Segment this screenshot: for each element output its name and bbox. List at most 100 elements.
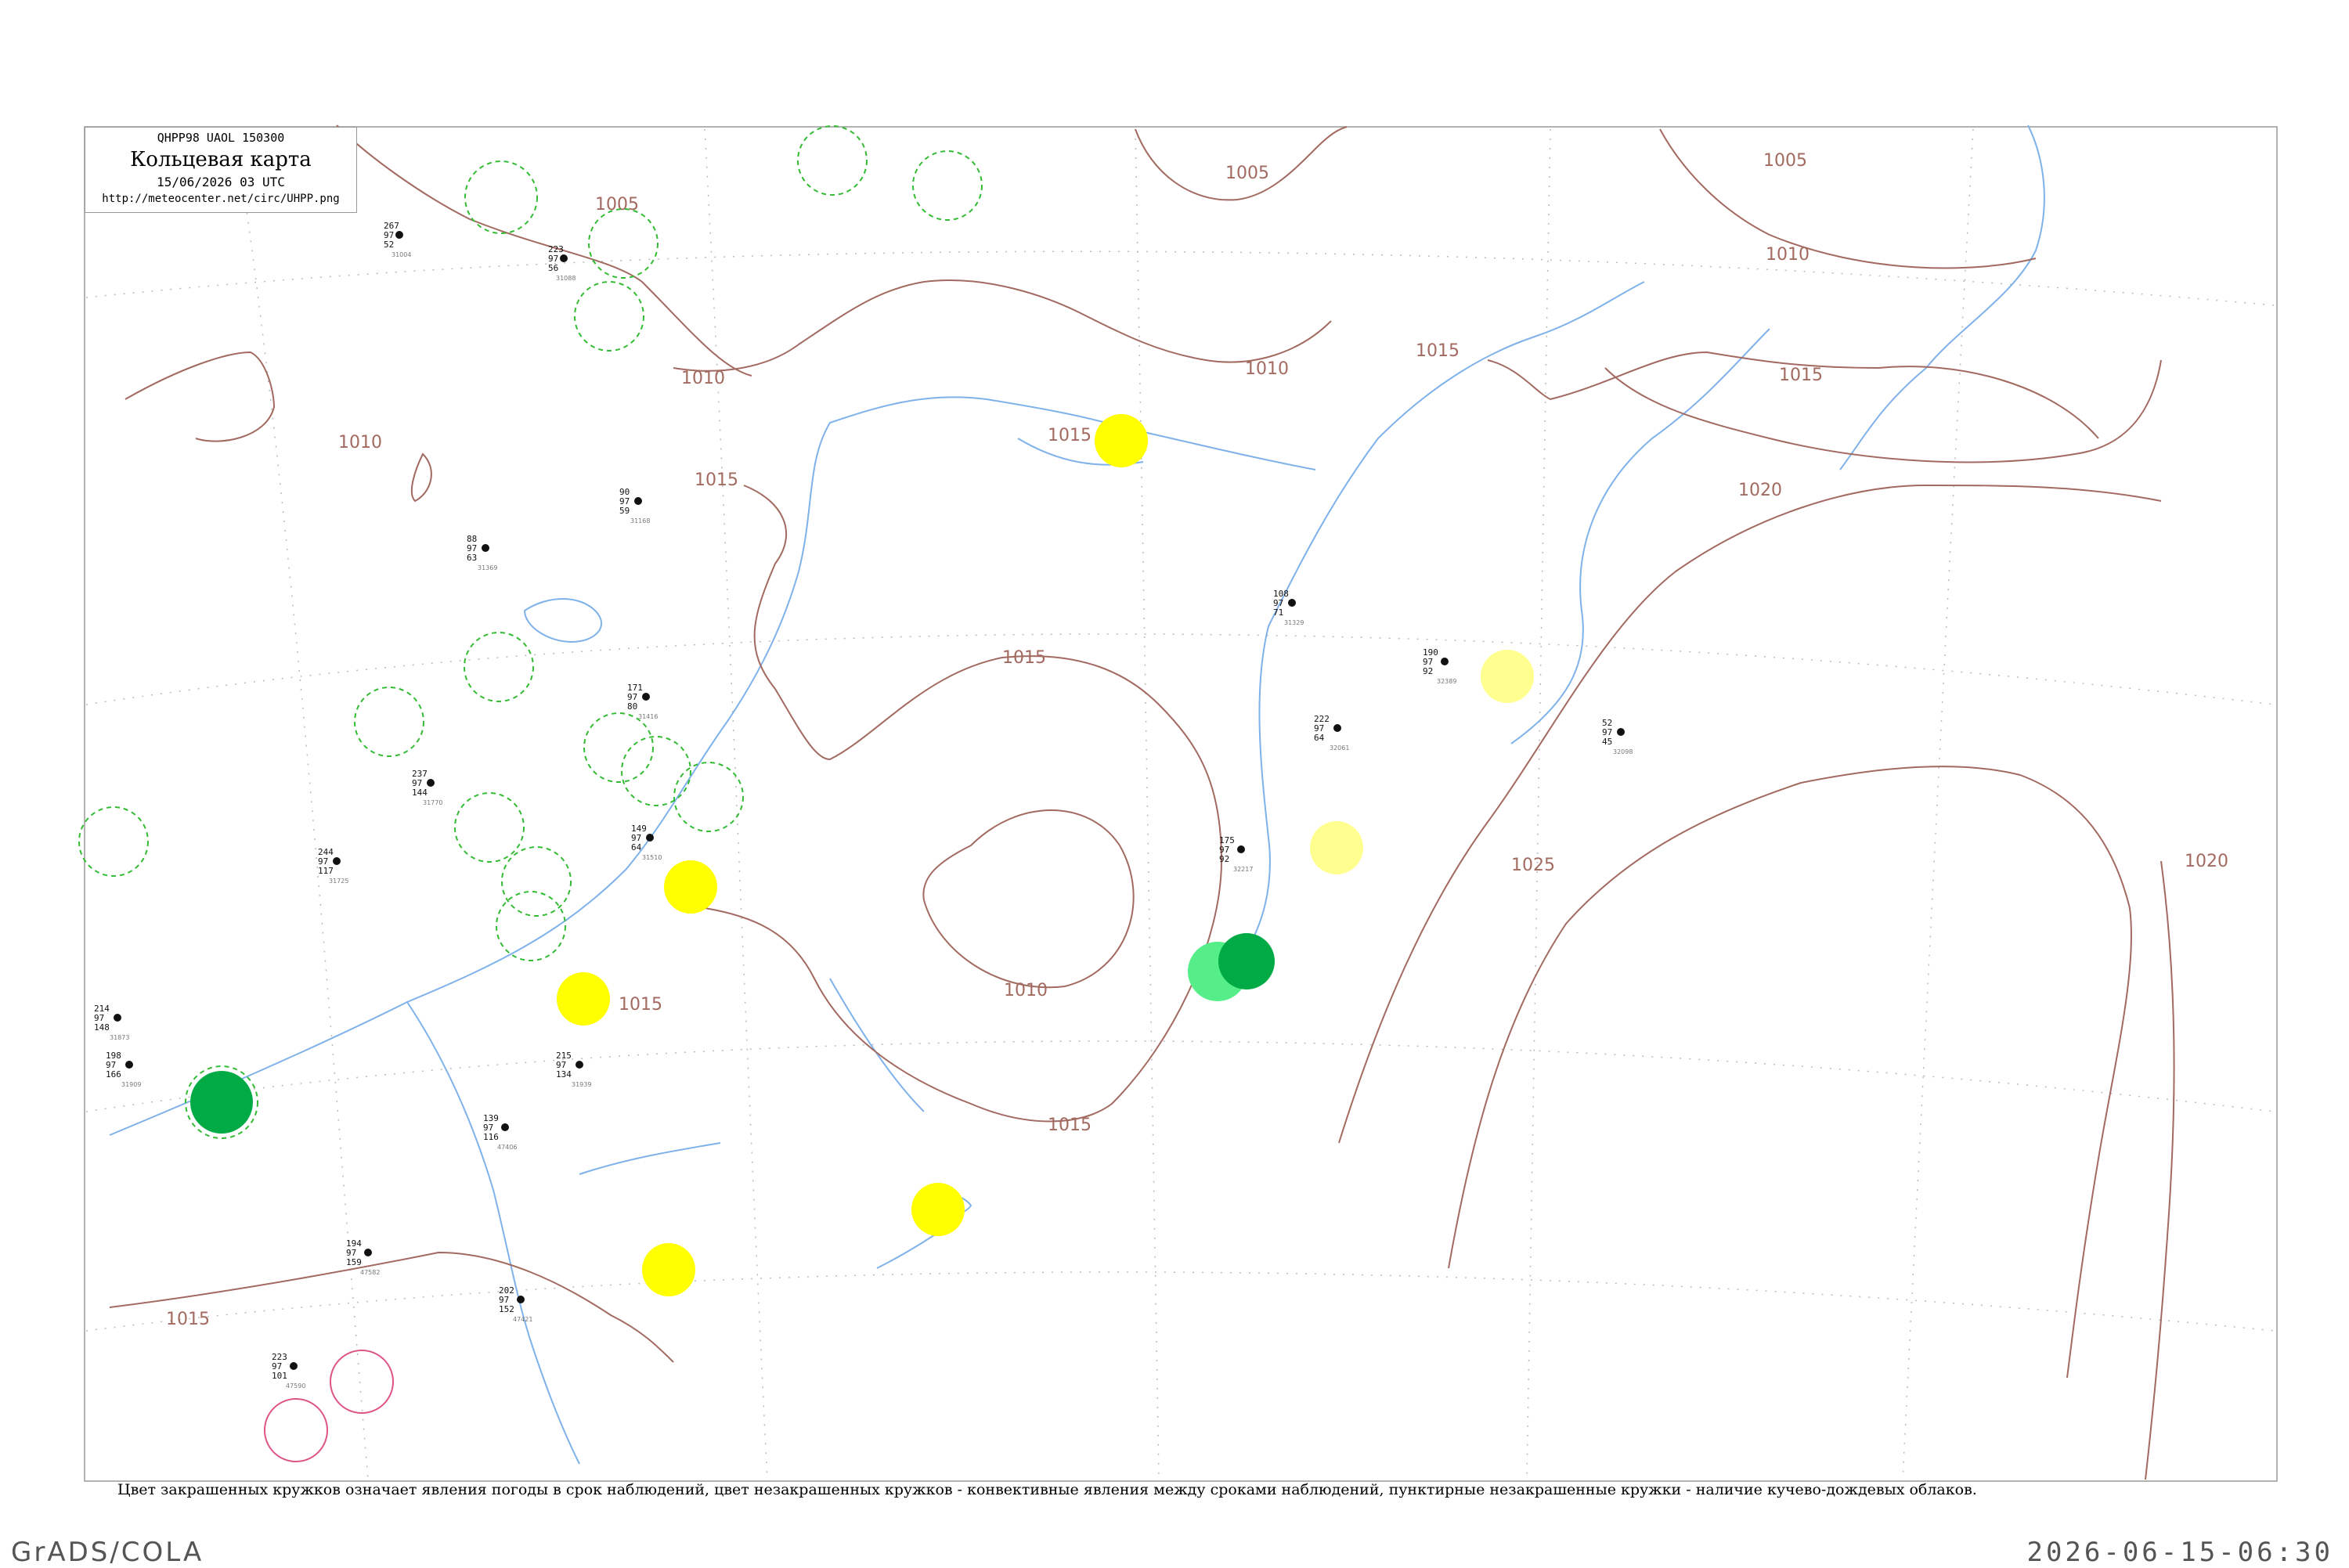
weather-marker-dashed	[496, 891, 566, 961]
station-name: 31369	[478, 564, 497, 571]
station-name: 31909	[121, 1081, 141, 1088]
station-pressure: 159	[346, 1257, 362, 1267]
weather-marker-dark-green	[190, 1071, 253, 1134]
isobar-1010-a	[673, 279, 1332, 372]
station-name: 47582	[360, 1269, 380, 1276]
station-plot: 88976331369	[467, 534, 497, 571]
station-name: 32389	[1437, 678, 1456, 685]
station-plot: 1399711647406	[483, 1113, 517, 1151]
station-pressure: 92	[1219, 854, 1229, 864]
station-name: 31510	[642, 854, 662, 861]
station-name: 31004	[392, 251, 411, 258]
station-plot: 2239710147590	[272, 1352, 305, 1390]
station-plot: 190979232389	[1423, 647, 1456, 685]
station-plot: 222976432061	[1314, 714, 1349, 752]
river-east	[1221, 281, 1645, 979]
isobar-1010-b	[124, 351, 276, 442]
station-pressure: 64	[1314, 733, 1325, 743]
isobar-label: 1005	[1763, 151, 1807, 171]
weather-marker-dashed	[574, 281, 644, 351]
weather-marker-dashed	[912, 150, 983, 221]
station-plot: 175979232217	[1219, 835, 1253, 873]
map-url: http://meteocenter.net/circ/UHPP.png	[102, 193, 340, 205]
isobar-label: 1015	[1002, 648, 1046, 668]
station-plot: 52974532098	[1602, 718, 1633, 755]
station-pressure: 45	[1602, 737, 1612, 747]
map-legend: QHPP98 UAOL 150300 Кольцевая карта 15/06…	[85, 127, 357, 213]
lake-north	[523, 598, 603, 643]
isobar-1010-closed	[922, 809, 1135, 989]
river-sw	[579, 1142, 721, 1175]
weather-marker-dashed	[501, 846, 572, 917]
weather-marker-dashed	[78, 806, 149, 877]
weather-marker-dashed	[797, 125, 868, 196]
station-name: 31873	[110, 1034, 129, 1041]
station-pressure: 80	[627, 701, 637, 712]
station-pressure: 56	[548, 263, 558, 273]
isobar-label: 1015	[619, 995, 662, 1015]
isobar-label: 1005	[1225, 164, 1269, 183]
map-datetime: 15/06/2026 03 UTC	[157, 175, 285, 189]
river-west	[406, 1001, 580, 1465]
station-name: 32061	[1330, 744, 1349, 752]
station-pressure: 116	[483, 1132, 499, 1142]
station-name: 32217	[1233, 866, 1253, 873]
station-plot: 223975631088	[548, 244, 576, 282]
station-pressure: 134	[556, 1069, 572, 1080]
isobar-label: 1025	[1511, 856, 1555, 875]
rivers-coastlines	[109, 124, 2045, 1465]
footer-software: GrADS/COLA	[11, 1537, 204, 1568]
isobar-label: 1010	[1245, 359, 1289, 379]
station-name: 31939	[572, 1081, 591, 1088]
synoptic-map: 1005 1005 1005 1010 1010 1010 1010 1010 …	[78, 124, 2278, 1482]
station-name: 31168	[630, 517, 650, 524]
weather-marker-yellow	[1095, 414, 1148, 467]
weather-marker-yellow	[911, 1183, 965, 1236]
station-pressure: 117	[318, 866, 334, 876]
station-name: 47421	[513, 1316, 532, 1323]
isobar-label: 1015	[1779, 366, 1823, 385]
isobar-1020-south	[2145, 860, 2175, 1480]
station-plot: 2029715247421	[499, 1285, 532, 1323]
isobar-label: 1010	[1004, 981, 1048, 1000]
station-pressure: 64	[631, 842, 642, 852]
station-plot: 171978031416	[627, 683, 658, 720]
station-name: 31416	[638, 713, 658, 720]
station-plot: 1989716631909	[106, 1051, 141, 1088]
station-name: 31770	[423, 799, 442, 806]
weather-marker-dashed	[621, 736, 691, 806]
isobar-1015-west	[109, 1251, 674, 1363]
station-plot: 90975931168	[619, 487, 650, 524]
isobar-label: 1015	[1048, 426, 1092, 445]
weather-marker-dashed	[583, 712, 654, 783]
station-pressure: 63	[467, 553, 477, 563]
isobar-label: 1010	[1766, 245, 1810, 265]
isobar-1005-c	[1659, 128, 2037, 269]
station-plot: 267975231004	[384, 221, 411, 258]
weather-marker-dashed	[673, 762, 744, 832]
isobar-label: 1015	[166, 1310, 210, 1329]
station-pressure: 59	[619, 506, 630, 516]
isobar-label: 1020	[1738, 481, 1782, 500]
map-frame	[84, 126, 2278, 1482]
weather-marker-pink	[264, 1398, 328, 1462]
weather-marker-dashed	[454, 792, 525, 863]
weather-marker-yellow	[557, 972, 610, 1026]
station-name: 31725	[329, 878, 348, 885]
weather-marker-pink	[330, 1350, 394, 1414]
station-plots: 267975231004 223975631088 90975931168 10…	[94, 221, 1633, 1390]
station-pressure: 101	[272, 1371, 287, 1381]
isobar-1010-c	[410, 452, 432, 503]
bulletin-code: QHPP98 UAOL 150300	[157, 131, 285, 145]
station-pressure: 71	[1273, 607, 1283, 618]
isobar-label: 1005	[595, 195, 639, 214]
station-plot: 2449711731725	[318, 847, 348, 885]
weather-marker-dashed	[464, 632, 534, 702]
weather-marker-dashed	[354, 687, 424, 757]
weather-marker-yellow	[664, 860, 717, 914]
isobar-label: 1015	[1416, 341, 1460, 361]
station-name: 31088	[556, 275, 576, 282]
station-pressure: 52	[384, 240, 394, 250]
isobar-label: 1010	[681, 369, 725, 388]
station-plot: 2149714831873	[94, 1004, 129, 1041]
